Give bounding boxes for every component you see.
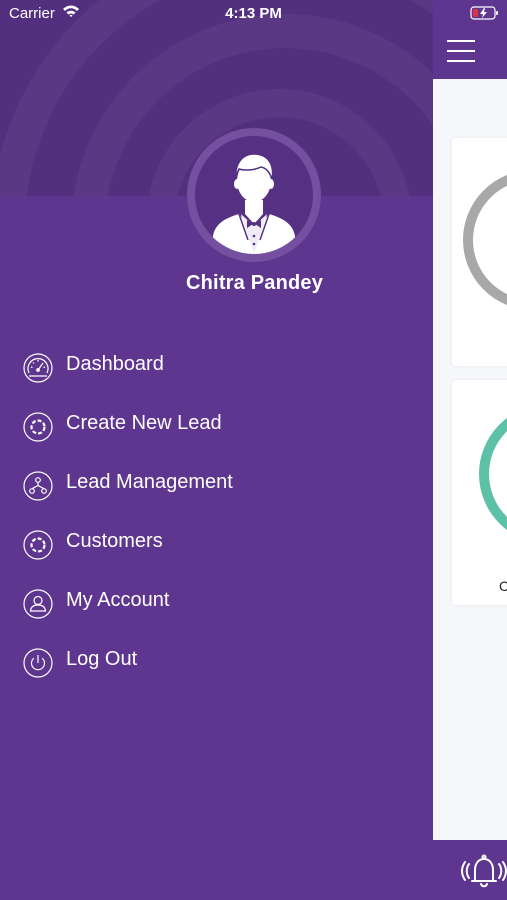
user-icon xyxy=(23,589,53,619)
user-name-text: Chitra Pandey xyxy=(186,272,324,294)
aperture-icon xyxy=(23,412,53,442)
user-name: Chitra Pandey xyxy=(0,272,433,295)
user-silhouette-icon xyxy=(211,153,297,254)
menu-item-lead-management[interactable]: Lead Management xyxy=(0,463,433,513)
menu-item-customers[interactable]: Customers xyxy=(0,522,433,572)
hamburger-menu-icon[interactable] xyxy=(447,40,475,62)
menu-item-my-account[interactable]: My Account xyxy=(0,581,433,631)
status-bar: Carrier 4:13 PM xyxy=(0,0,507,28)
menu-item-label: My Account xyxy=(66,589,170,611)
battery-charging-icon xyxy=(470,6,498,20)
avatar[interactable] xyxy=(187,128,321,262)
menu-item-label: Lead Management xyxy=(66,471,233,493)
hierarchy-icon xyxy=(23,471,53,501)
avatar-image xyxy=(195,136,313,254)
aperture-icon xyxy=(23,530,53,560)
menu-item-label: Create New Lead xyxy=(66,412,222,434)
stat-card-label: C xyxy=(499,578,507,594)
menu-item-label: Customers xyxy=(66,530,163,552)
main-content: C xyxy=(433,0,507,900)
navigation-drawer: Chitra Pandey Dashboard Create New Lead … xyxy=(0,0,433,900)
status-time: 4:13 PM xyxy=(225,5,282,22)
power-icon xyxy=(23,648,53,678)
bell-notification-icon[interactable] xyxy=(461,850,507,892)
menu-item-create-new-lead[interactable]: Create New Lead xyxy=(0,404,433,454)
speedometer-icon xyxy=(23,353,53,383)
menu-item-dashboard[interactable]: Dashboard xyxy=(0,345,433,395)
menu-item-label: Log Out xyxy=(66,648,138,670)
bottom-bar xyxy=(433,840,507,900)
menu-item-label: Dashboard xyxy=(66,353,164,375)
menu-item-log-out[interactable]: Log Out xyxy=(0,640,433,690)
